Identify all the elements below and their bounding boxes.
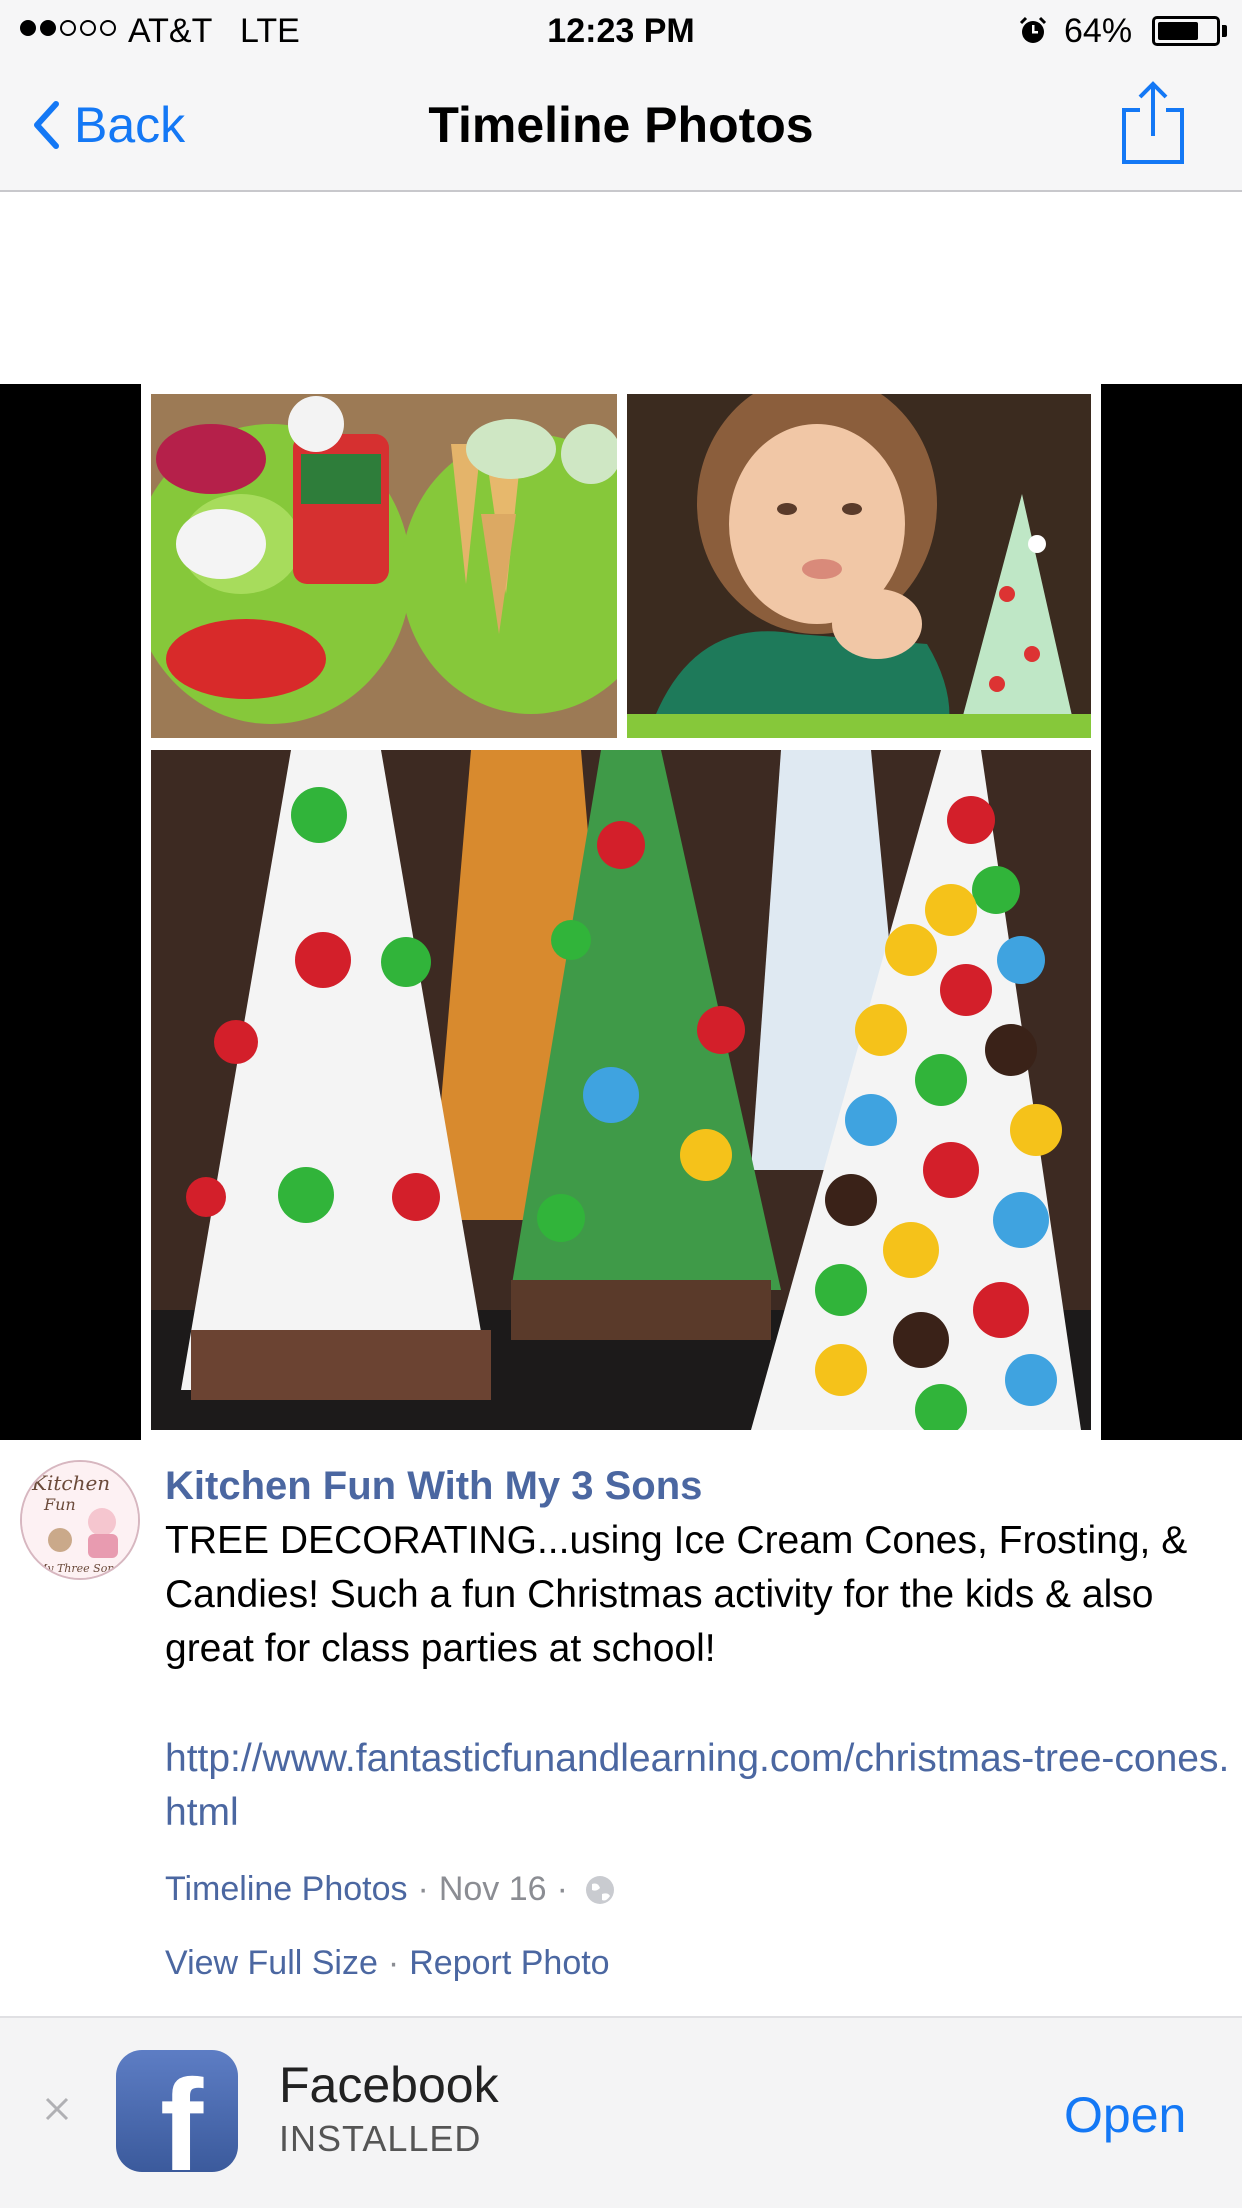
view-full-size-link[interactable]: View Full Size [165, 1944, 378, 1983]
separator: · [417, 1870, 429, 1908]
navigation-bar: AT&T LTE 12:23 PM 64% Back Timeline Phot… [0, 0, 1242, 192]
svg-text:Fun: Fun [43, 1495, 76, 1514]
globe-icon [585, 1875, 614, 1904]
share-icon[interactable] [1118, 80, 1188, 166]
timeline-photo[interactable] [141, 384, 1101, 1440]
photo-decorated-trees [151, 750, 1091, 1430]
photo-child-decorating [627, 394, 1091, 738]
report-photo-link[interactable]: Report Photo [409, 1944, 609, 1983]
close-icon[interactable] [42, 2094, 72, 2124]
battery-percentage: 64% [1064, 12, 1133, 50]
separator: · [556, 1870, 568, 1908]
app-name: Facebook [279, 2057, 499, 2113]
post-meta: Timeline Photos · Nov 16 · [165, 1870, 616, 1909]
post-date: Nov 16 [438, 1870, 547, 1908]
alarm-icon [1019, 16, 1047, 43]
battery-icon [1152, 16, 1220, 46]
post-caption: TREE DECORATING...using Ice Cream Cones,… [165, 1519, 1188, 1670]
separator: · [387, 1944, 400, 1982]
post-url-link[interactable]: http://www.fantasticfunandlearning.com/c… [165, 1732, 1235, 1840]
photo-actions: View Full Size · Report Photo [165, 1944, 610, 1983]
page-name-link[interactable]: Kitchen Fun With My 3 Sons [165, 1464, 702, 1509]
back-button[interactable]: Back [32, 90, 185, 160]
app-install-status: INSTALLED [279, 2118, 482, 2159]
back-label: Back [74, 97, 186, 153]
kitchen-fun-logo: Kitchen Fun My Three Sons [22, 1462, 138, 1578]
svg-text:My Three Sons: My Three Sons [35, 1562, 120, 1575]
page-avatar[interactable]: Kitchen Fun My Three Sons [20, 1460, 140, 1580]
page-title: Timeline Photos [428, 97, 814, 153]
open-app-button[interactable]: Open [1064, 2086, 1186, 2144]
photo-candy-tray [151, 394, 617, 738]
status-bar: AT&T LTE 12:23 PM 64% [0, 0, 1242, 62]
facebook-app-icon: f [116, 2050, 238, 2172]
clock: 12:23 PM [547, 12, 695, 50]
svg-text:Kitchen: Kitchen [31, 1471, 110, 1495]
chevron-left-icon [34, 101, 59, 149]
album-link[interactable]: Timeline Photos [165, 1870, 408, 1909]
